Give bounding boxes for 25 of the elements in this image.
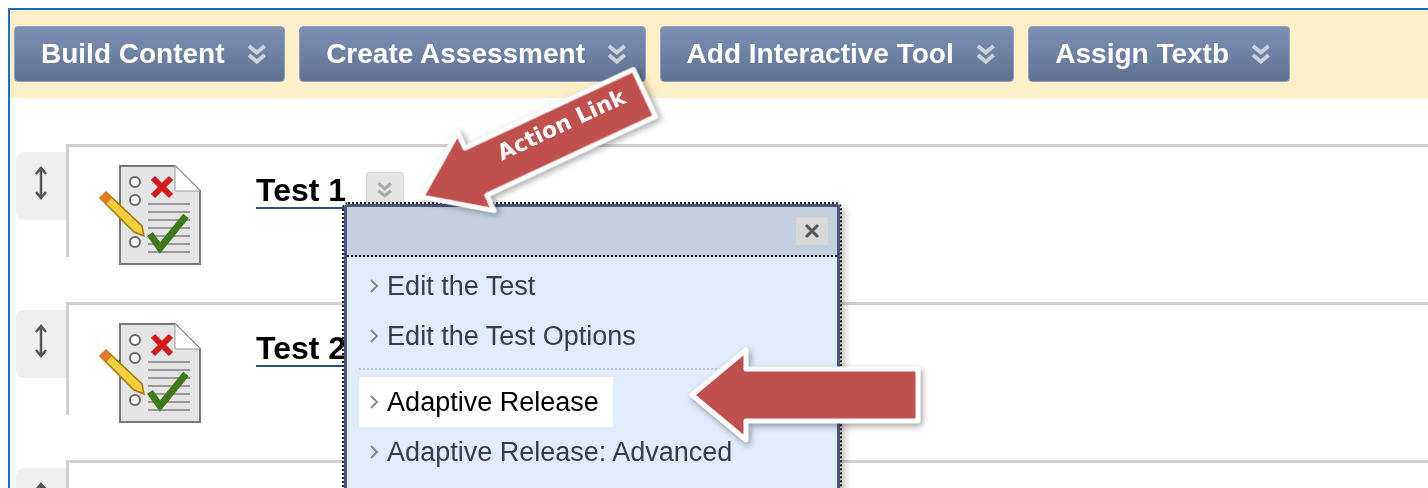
chevrons-down-icon [607, 44, 627, 64]
chevrons-down-icon [246, 44, 267, 64]
test-document-icon [98, 322, 202, 424]
chevrons-down-icon [975, 44, 996, 64]
chevrons-down-icon [1251, 44, 1271, 64]
close-button[interactable] [795, 216, 830, 246]
chevron-right-icon [369, 328, 380, 344]
vertical-arrows-icon [34, 166, 48, 200]
toolbar-menu-button[interactable]: Create Assessment [299, 26, 646, 82]
toolbar-menu-button[interactable]: Add Interactive Tool [659, 26, 1015, 82]
chevron-right-icon [369, 394, 380, 410]
menu-item[interactable]: Edit the Test Options [359, 311, 650, 361]
drag-handle[interactable] [16, 152, 66, 220]
vertical-arrows-icon [34, 324, 48, 358]
menu-item[interactable]: Edit the Test [359, 261, 550, 311]
chevron-right-icon [369, 278, 380, 294]
toolbar-menu-button[interactable]: Assign Textb [1028, 26, 1290, 82]
chevrons-down-icon [377, 182, 393, 198]
drag-handle[interactable] [16, 310, 66, 378]
test-document-icon [98, 164, 202, 266]
menu-item[interactable]: Adaptive Release: Advanced [359, 427, 747, 477]
menu-item[interactable]: Adaptive Release [359, 377, 613, 427]
chevron-right-icon [369, 444, 380, 460]
close-icon [804, 223, 821, 239]
toolbar-menu-button[interactable]: Build Content [14, 26, 286, 82]
